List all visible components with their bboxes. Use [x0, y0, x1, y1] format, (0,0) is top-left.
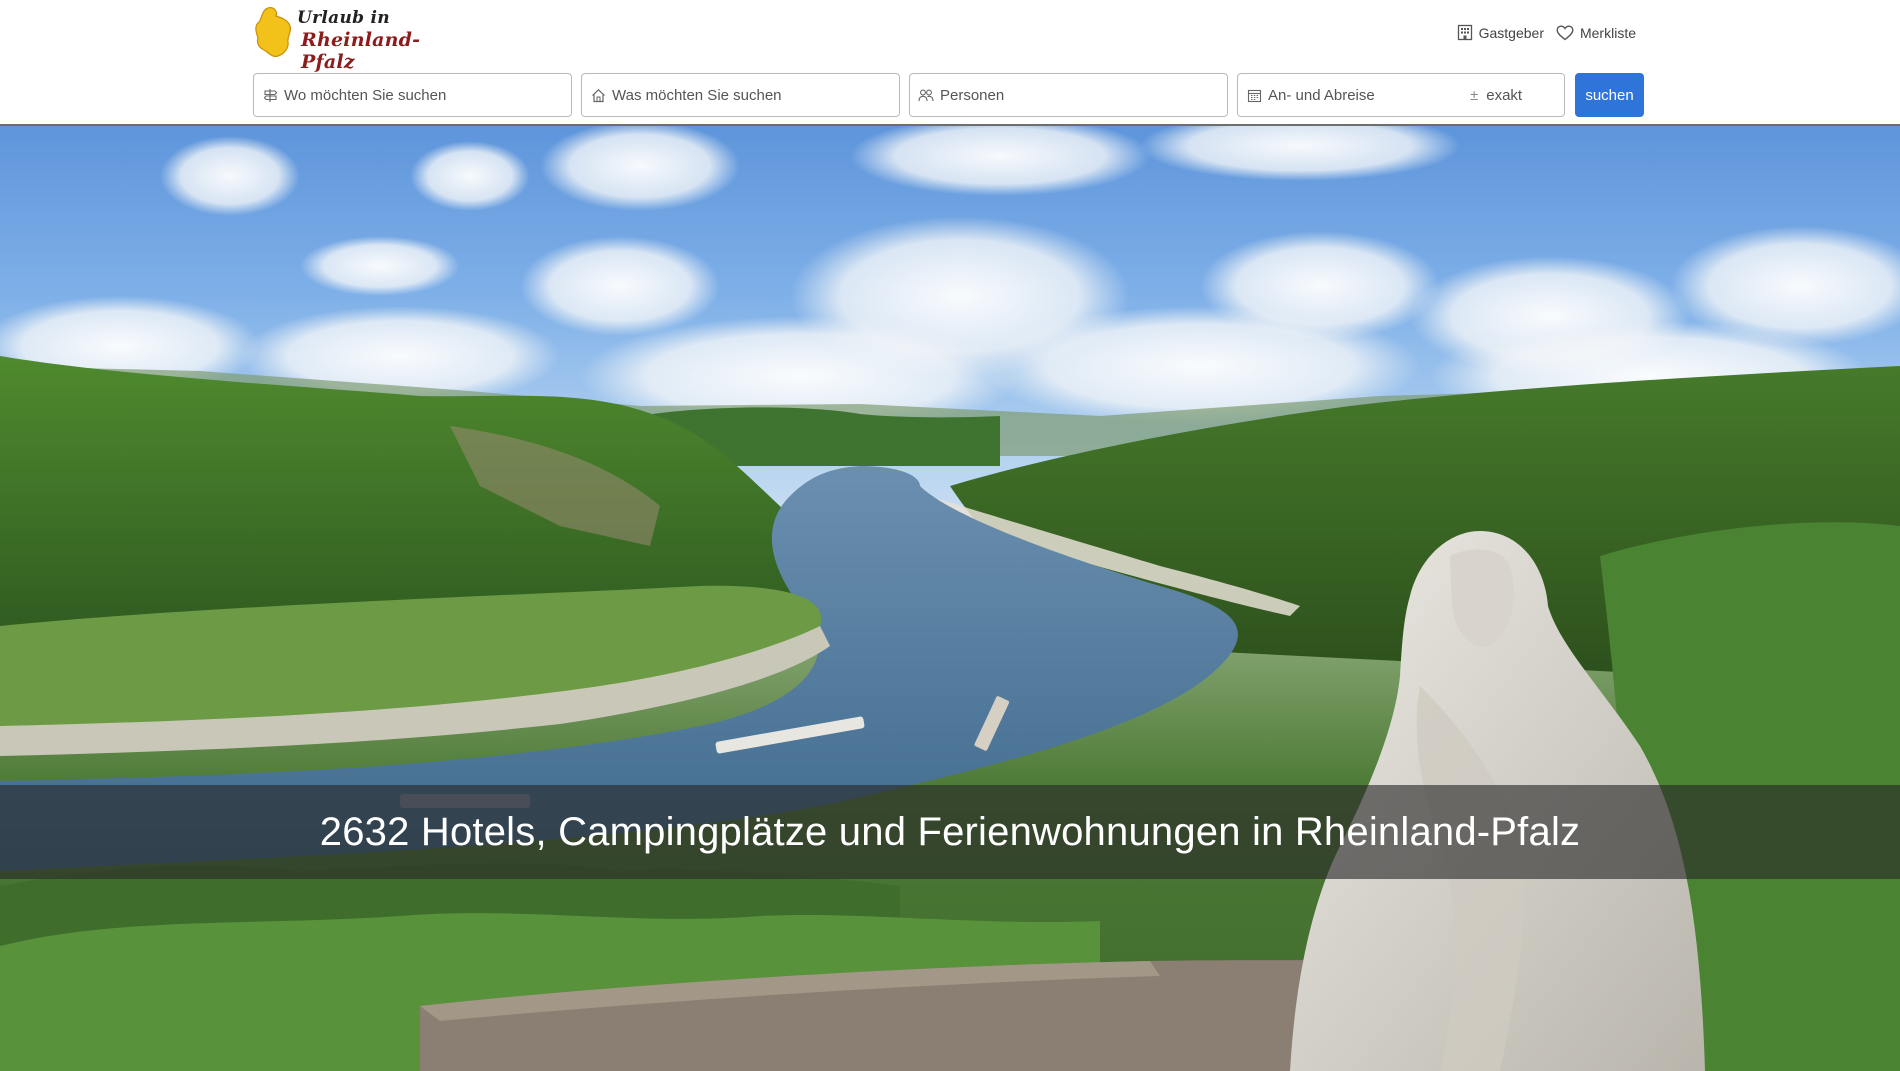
logo-line-2: Rheinland-Pfalz	[301, 29, 421, 73]
wishlist-link-label: Merkliste	[1579, 24, 1636, 41]
hero-section: 2632 Hotels, Campingplätze und Ferienwoh…	[0, 126, 1900, 1071]
search-button[interactable]: suchen	[1575, 73, 1644, 117]
date-flex-label: exakt	[1486, 86, 1523, 104]
hero-landscape-image	[0, 126, 1900, 1071]
calendar-icon	[1246, 87, 1262, 103]
house-icon	[590, 87, 606, 103]
where-field[interactable]	[253, 73, 572, 117]
signpost-icon	[262, 87, 278, 103]
people-icon	[918, 87, 934, 103]
rlp-map-logo-icon	[255, 7, 292, 57]
site-logo[interactable]: Urlaub in Rheinland-Pfalz	[254, 4, 454, 73]
plus-minus-icon: ±	[1470, 86, 1479, 104]
building-icon	[1457, 24, 1472, 41]
hero-headline: 2632 Hotels, Campingplätze und Ferienwoh…	[319, 809, 1581, 854]
dates-input[interactable]	[1268, 86, 1428, 104]
logo-line-1: Urlaub in	[297, 8, 390, 28]
hero-banner: 2632 Hotels, Campingplätze und Ferienwoh…	[0, 785, 1900, 879]
persons-input[interactable]	[940, 86, 1227, 104]
date-flex-select[interactable]: ± exakt	[1470, 74, 1522, 116]
where-input[interactable]	[284, 86, 571, 104]
dates-field[interactable]: ± exakt	[1237, 73, 1565, 117]
top-nav: Gastgeber Merkliste	[1445, 24, 1636, 41]
wishlist-link[interactable]: Merkliste	[1556, 24, 1636, 41]
heart-icon	[1556, 24, 1574, 40]
host-link[interactable]: Gastgeber	[1457, 24, 1544, 41]
host-link-label: Gastgeber	[1478, 24, 1544, 41]
persons-field[interactable]	[909, 73, 1228, 117]
search-bar: ± exakt suchen	[253, 73, 1644, 117]
what-input[interactable]	[612, 86, 899, 104]
what-field[interactable]	[581, 73, 900, 117]
site-header: Urlaub in Rheinland-Pfalz Gastgeber Merk…	[0, 0, 1900, 126]
